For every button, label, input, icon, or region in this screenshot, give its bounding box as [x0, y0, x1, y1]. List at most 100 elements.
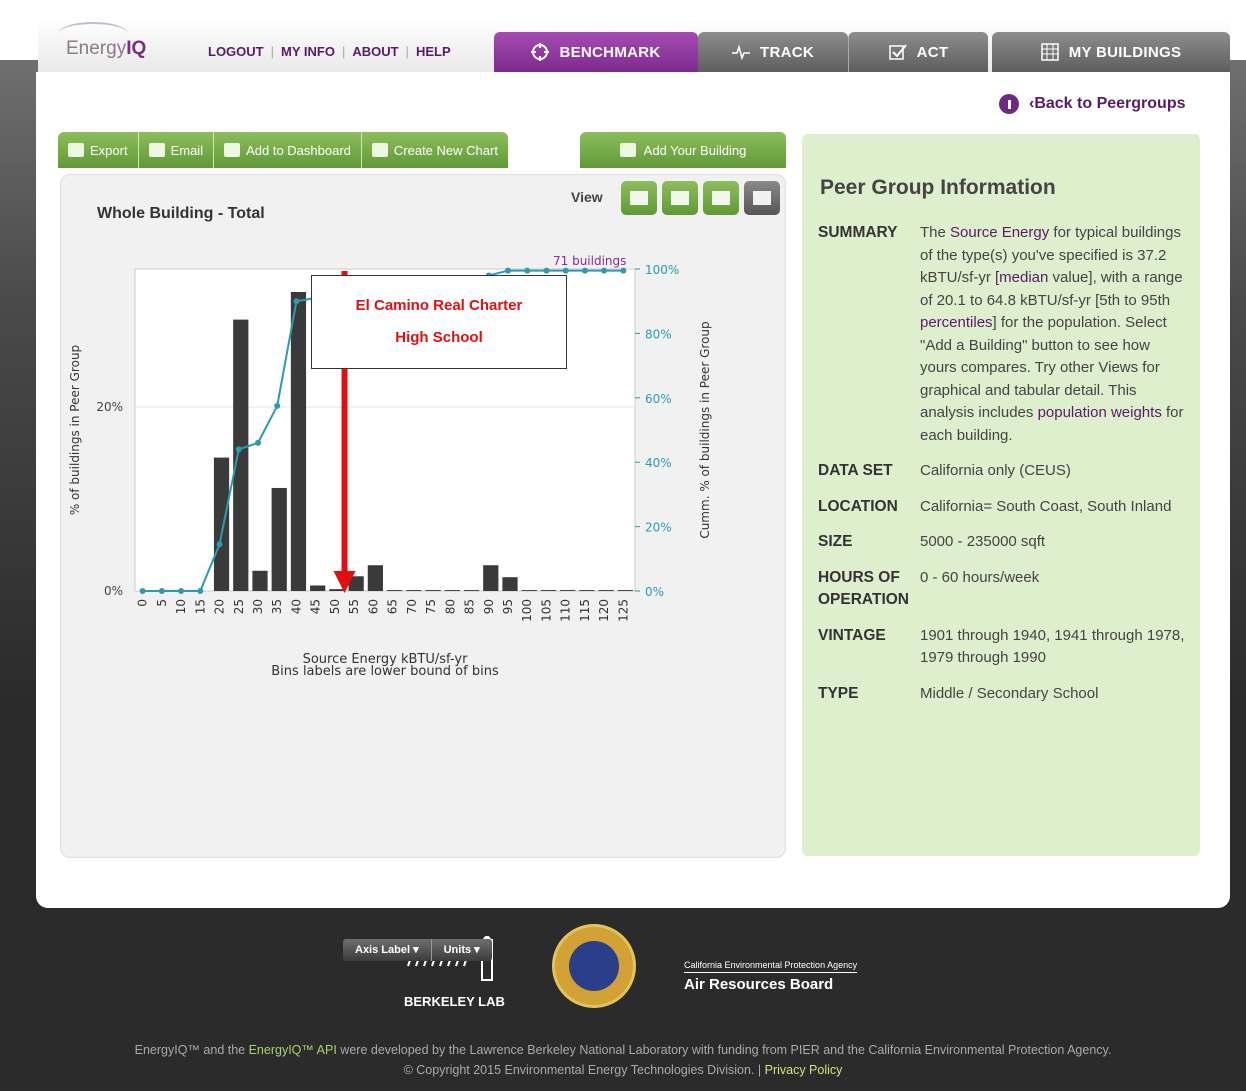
- info-value: Middle / Secondary School: [920, 684, 1099, 702]
- add-your-building-button[interactable]: Add Your Building: [580, 132, 786, 168]
- tab-benchmark[interactable]: BENCHMARK: [494, 32, 698, 72]
- cumulative-point: [601, 267, 608, 274]
- tab-my-buildings[interactable]: MY BUILDINGS: [992, 32, 1230, 72]
- tab-track[interactable]: TRACK: [698, 32, 848, 72]
- x-tick-label: 30: [251, 599, 265, 614]
- privacy-policy-link[interactable]: Privacy Policy: [765, 1063, 843, 1077]
- info-key: TYPE: [818, 684, 859, 702]
- axis-label-dropdown[interactable]: Axis Label ▾: [343, 939, 431, 961]
- info-key: VINTAGE: [818, 626, 886, 644]
- back-to-peergroups-link[interactable]: ‹Back to Peergroups: [999, 94, 1185, 114]
- bar: [598, 590, 614, 591]
- info-key: DATA SET: [818, 462, 893, 479]
- view-line-chart-button[interactable]: [662, 181, 698, 215]
- x-tick-label: 120: [597, 599, 611, 622]
- cumulative-point: [562, 267, 569, 274]
- y2-axis-title: Cumm. % of buildings in Peer Group: [698, 321, 712, 538]
- arb-big-text: Air Resources Board: [684, 976, 834, 993]
- table-icon: [712, 191, 730, 205]
- bar: [579, 590, 595, 591]
- bar: [463, 590, 480, 591]
- tab-benchmark-label: BENCHMARK: [559, 43, 661, 61]
- peer-group-table: SUMMARY The Source Energy for typical bu…: [818, 222, 1188, 718]
- x-tick-label: 125: [616, 599, 630, 622]
- info-row-location: LOCATION California= South Coast, South I…: [818, 496, 1188, 532]
- info-value-summary: The Source Energy for typical buildings …: [920, 224, 1184, 444]
- source-energy-link[interactable]: Source Energy: [950, 224, 1049, 241]
- create-new-chart-button[interactable]: Create New Chart: [361, 132, 508, 168]
- back-link-label: ‹Back to Peergroups: [1029, 95, 1186, 112]
- x-tick-label: 45: [309, 599, 323, 614]
- top-nav-bar: EnergyIQ LOGOUT | MY INFO | ABOUT | HELP BE…: [38, 18, 1230, 72]
- info-value: 1901 through 1940, 1941 through 1978, 19…: [920, 626, 1185, 667]
- y2-tick-label: 60%: [645, 392, 672, 406]
- bar: [617, 590, 633, 591]
- view-area-chart-button[interactable]: [621, 181, 657, 215]
- logout-link[interactable]: LOGOUT: [208, 44, 264, 59]
- bar: [271, 487, 287, 591]
- info-row-dataset: DATA SET California only (CEUS): [818, 460, 1188, 496]
- about-link[interactable]: ABOUT: [352, 44, 398, 59]
- units-dropdown[interactable]: Units ▾: [430, 939, 492, 961]
- view-histogram-button[interactable]: [744, 181, 780, 215]
- y2-tick-label: 0%: [645, 585, 664, 599]
- y2-tick-label: 40%: [645, 456, 672, 470]
- energyiq-logo[interactable]: EnergyIQ: [66, 38, 146, 60]
- x-tick-label: 5: [155, 599, 169, 607]
- info-key: LOCATION: [818, 497, 898, 515]
- info-value: 5000 - 235000 sqft: [920, 533, 1046, 550]
- add-to-dashboard-button[interactable]: Add to Dashboard: [214, 132, 362, 168]
- x-tick-label: 20: [213, 599, 227, 614]
- y2-tick-label: 80%: [645, 327, 672, 341]
- info-value: California= South Coast, South Inland: [920, 497, 1172, 515]
- bar: [483, 565, 499, 591]
- info-value: 0 - 60 hours/week: [920, 568, 1040, 586]
- info-row-summary: SUMMARY The Source Energy for typical bu…: [818, 222, 1188, 460]
- y-tick-label: 0%: [104, 584, 123, 598]
- info-key: SUMMARY: [818, 224, 898, 241]
- berkeley-lab-text: BERKELEY LAB: [404, 994, 505, 1009]
- arb-small-text: California Environmental Protection Agen…: [684, 960, 858, 973]
- cumulative-point: [235, 446, 242, 453]
- help-link[interactable]: HELP: [416, 44, 451, 59]
- plus-icon: [224, 143, 241, 157]
- my-info-link[interactable]: MY INFO: [281, 44, 335, 59]
- bar: [521, 590, 537, 591]
- tab-act[interactable]: ACT: [848, 32, 988, 72]
- info-key: HOURS OF OPERATION: [818, 568, 909, 609]
- chart-toolbar: Export Email Add to Dashboard Create New…: [58, 132, 508, 168]
- cumulative-point: [505, 267, 511, 274]
- energyiq-api-link[interactable]: EnergyIQ™ API: [249, 1043, 337, 1057]
- building-callout: El Camino Real Charter High School: [311, 275, 567, 369]
- pulse-icon: [732, 44, 750, 61]
- view-table-button[interactable]: [703, 181, 739, 215]
- population-weights-link[interactable]: population weights: [1038, 404, 1162, 421]
- y-axis-title: % of buildings in Peer Group: [68, 345, 82, 515]
- tab-track-label: TRACK: [760, 43, 814, 61]
- footer-line-2: © Copyright 2015 Environmental Energy Te…: [403, 1063, 843, 1077]
- x-tick-label: 95: [501, 599, 515, 614]
- bar: [310, 585, 326, 591]
- export-button[interactable]: Export: [58, 132, 139, 168]
- tab-my-buildings-label: MY BUILDINGS: [1068, 43, 1182, 61]
- x-tick-label: 25: [232, 599, 246, 614]
- x-tick-label: 75: [424, 599, 438, 614]
- axis-controls: Axis Label ▾ Units ▾: [343, 939, 492, 961]
- view-buttons: [621, 181, 780, 215]
- cumulative-point: [216, 541, 223, 548]
- y2-tick-label: 20%: [645, 521, 672, 535]
- x-tick-label: 115: [578, 599, 592, 622]
- email-button[interactable]: Email: [138, 132, 215, 168]
- line-chart-icon: [671, 191, 689, 205]
- bar: [387, 590, 403, 591]
- x-tick-label: 110: [559, 599, 573, 622]
- x-tick-label: 55: [347, 599, 361, 614]
- percentiles-link[interactable]: percentiles: [920, 314, 993, 331]
- bar: [329, 589, 345, 591]
- checkbox-icon: [888, 44, 907, 60]
- median-link[interactable]: [median: [995, 269, 1048, 286]
- cumulative-point: [524, 267, 531, 274]
- chart-panel: Whole Building - Total View El Camino Re…: [60, 174, 786, 961]
- cumulative-point: [274, 402, 281, 409]
- buildings-count-annotation: 71 buildings: [553, 254, 626, 268]
